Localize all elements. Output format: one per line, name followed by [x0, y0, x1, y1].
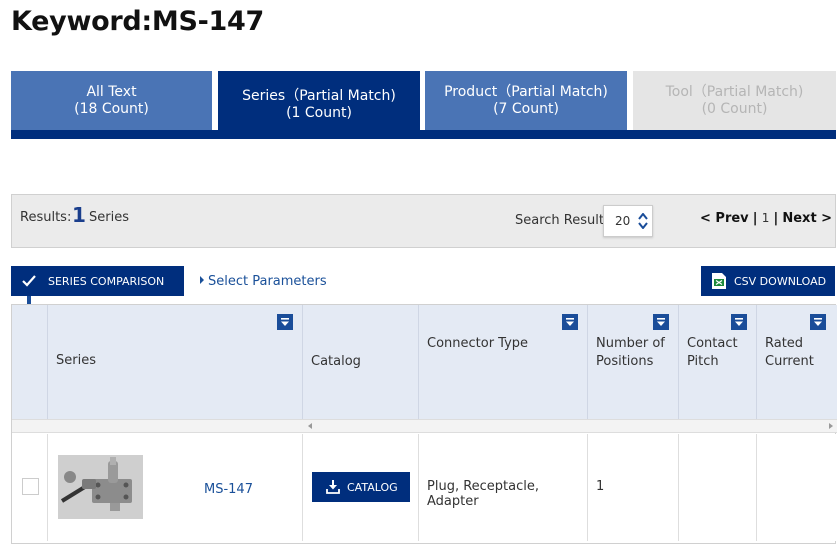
- tab-product-label: Product（Partial Match): [444, 83, 608, 100]
- header-series-label: Series: [56, 353, 96, 368]
- row-checkbox-cell: [12, 434, 48, 541]
- current-cell: [757, 434, 837, 541]
- tab-product[interactable]: Product（Partial Match) (7 Count): [425, 71, 627, 130]
- tab-series-label: Series（Partial Match): [242, 88, 396, 104]
- current-page: 1: [761, 211, 770, 225]
- header-rated-current: Rated Current: [757, 305, 837, 419]
- tab-all-text[interactable]: All Text (18 Count): [11, 71, 212, 130]
- prev-link[interactable]: < Prev: [700, 211, 749, 226]
- series-table: Series Catalog Connector Type Number of …: [11, 304, 837, 544]
- check-icon: [22, 275, 36, 287]
- scroll-left-icon[interactable]: [308, 423, 312, 429]
- header-pitch-line2: Pitch: [687, 354, 719, 369]
- download-icon: [326, 480, 340, 494]
- header-catalog: Catalog: [303, 305, 419, 419]
- header-pitch-line1: Contact: [687, 336, 738, 351]
- tab-underline: [11, 130, 836, 139]
- sort-icon[interactable]: [653, 314, 669, 330]
- sort-icon[interactable]: [277, 314, 293, 330]
- positions-cell: 1: [588, 434, 679, 541]
- spinner-icon[interactable]: [638, 213, 648, 229]
- header-catalog-label: Catalog: [311, 354, 361, 369]
- results-label: Results:: [20, 210, 72, 225]
- sort-icon[interactable]: [562, 314, 578, 330]
- results-count: 1: [72, 203, 86, 227]
- select-parameters-label: Select Parameters: [208, 274, 327, 289]
- connector-type-value: Plug, Receptacle, Adapter: [427, 479, 540, 509]
- series-comparison-button[interactable]: SERIES COMPARISON: [11, 266, 184, 296]
- excel-icon: [712, 273, 726, 289]
- tab-all-text-count: (18 Count): [74, 100, 149, 117]
- product-image[interactable]: [58, 455, 143, 519]
- pitch-cell: [679, 434, 757, 541]
- select-parameters-link[interactable]: Select Parameters: [200, 274, 327, 289]
- csv-download-button[interactable]: CSV DOWNLOAD: [701, 266, 835, 296]
- sort-icon[interactable]: [731, 314, 747, 330]
- header-connector-type: Connector Type: [419, 305, 588, 419]
- header-connector-type-label: Connector Type: [427, 336, 529, 351]
- next-link[interactable]: Next >: [782, 211, 832, 226]
- header-checkbox-column: [12, 305, 48, 419]
- tab-series[interactable]: Series（Partial Match) (1 Count): [218, 71, 420, 139]
- page-title: Keyword:MS-147: [11, 6, 264, 37]
- header-contact-pitch: Contact Pitch: [679, 305, 757, 419]
- horizontal-scrollbar[interactable]: [12, 419, 837, 433]
- header-current-line1: Rated: [765, 336, 804, 351]
- series-cell: MS-147: [48, 434, 303, 541]
- results-unit: Series: [89, 210, 129, 225]
- connector-type-cell: Plug, Receptacle, Adapter: [419, 434, 588, 541]
- sort-icon[interactable]: [810, 314, 826, 330]
- series-link[interactable]: MS-147: [204, 482, 253, 497]
- row-checkbox[interactable]: [22, 478, 39, 495]
- header-current-line2: Current: [765, 354, 814, 369]
- header-positions-line1: Number of: [596, 336, 665, 351]
- pager: < Prev | 1 | Next >: [700, 211, 832, 226]
- results-bar: Results: 1 Series Search Result 20 < Pre…: [11, 194, 836, 248]
- scroll-right-icon[interactable]: [829, 423, 833, 429]
- tab-product-count: (7 Count): [493, 100, 559, 117]
- search-result-label: Search Result: [515, 213, 604, 228]
- result-tabs: All Text (18 Count) Series（Partial Match…: [11, 71, 836, 139]
- tab-series-count: (1 Count): [286, 105, 352, 121]
- series-comparison-label: SERIES COMPARISON: [48, 274, 165, 288]
- catalog-button-label: CATALOG: [347, 480, 398, 494]
- header-series: Series: [48, 305, 303, 419]
- positions-value: 1: [596, 479, 605, 494]
- table-header: Series Catalog Connector Type Number of …: [12, 305, 837, 419]
- per-page-select[interactable]: 20: [603, 205, 653, 237]
- table-row: MS-147 Plug, Receptacle, Adapter 1 CATAL…: [12, 434, 837, 541]
- header-positions-line2: Positions: [596, 354, 654, 369]
- pager-separator: |: [752, 211, 758, 226]
- tab-all-text-label: All Text: [86, 83, 137, 100]
- tab-tool-count: (0 Count): [701, 100, 768, 117]
- tab-tool: Tool（Partial Match) (0 Count): [633, 71, 836, 130]
- per-page-value: 20: [615, 214, 631, 228]
- catalog-button[interactable]: CATALOG: [312, 472, 410, 502]
- header-number-of-positions: Number of Positions: [588, 305, 679, 419]
- caret-right-icon: [200, 276, 204, 284]
- csv-download-label: CSV DOWNLOAD: [734, 274, 827, 288]
- tab-tool-label: Tool（Partial Match): [665, 83, 804, 100]
- pager-separator: |: [773, 211, 779, 226]
